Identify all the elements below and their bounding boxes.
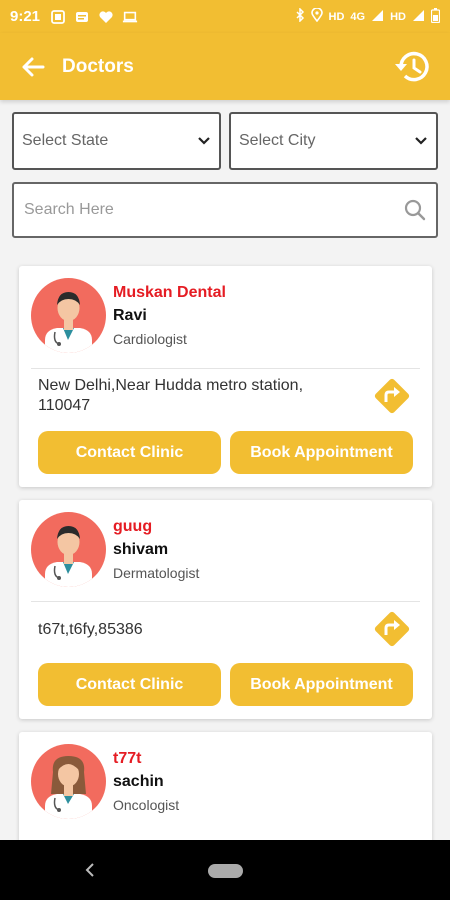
clinic-name: Muskan Dental (113, 284, 226, 301)
location-icon (310, 7, 323, 25)
signal-icon (371, 9, 384, 25)
filter-row: Select State Select City (12, 112, 438, 170)
male-doctor-icon (45, 292, 92, 353)
status-time: 9:21 (10, 8, 41, 25)
status-right: HD 4G HD (295, 7, 441, 26)
doctor-specialty: Cardiologist (113, 331, 187, 347)
page-title: Doctors (62, 55, 134, 77)
nav-back-icon (85, 863, 94, 877)
book-appointment-button[interactable]: Book Appointment (230, 663, 413, 706)
directions-button[interactable] (371, 375, 413, 417)
search-box (12, 182, 438, 238)
arrow-back-icon (22, 57, 45, 76)
doctor-name: shivam (113, 541, 169, 558)
female-doctor-icon (45, 756, 92, 819)
nav-home-button[interactable] (208, 864, 243, 878)
signal-icon-2 (412, 9, 425, 25)
nav-back-button[interactable] (80, 860, 100, 880)
search-icon[interactable] (404, 199, 426, 221)
state-select-label: Select State (22, 132, 109, 149)
doctor-avatar (31, 512, 106, 587)
system-nav-bar (0, 840, 450, 900)
divider (31, 601, 420, 602)
city-select[interactable]: Select City (229, 112, 438, 170)
gallery-icon (50, 9, 66, 24)
contact-clinic-button[interactable]: Contact Clinic (38, 431, 221, 474)
clinic-address: New Delhi,Near Hudda metro station, 1100… (38, 377, 304, 414)
heart-icon (98, 10, 114, 24)
laptop-icon (122, 10, 138, 24)
clinic-name: t77t (113, 750, 142, 767)
chevron-down-icon (415, 137, 427, 145)
directions-button[interactable] (371, 608, 413, 650)
doctor-avatar (31, 278, 106, 353)
history-icon (395, 51, 429, 81)
doctor-specialty: Dermatologist (113, 565, 200, 581)
clinic-name: guug (113, 518, 153, 535)
doctor-name: sachin (113, 773, 164, 790)
directions-icon (374, 378, 410, 414)
clinic-address: t67t,t6fy,85386 (38, 621, 143, 638)
male-doctor-icon (45, 526, 92, 587)
doctor-card: Muskan Dental Ravi Cardiologist New Delh… (19, 266, 432, 487)
doctor-avatar (31, 744, 106, 819)
app-bar: Doctors (0, 33, 450, 100)
doctor-specialty: Oncologist (113, 797, 180, 813)
battery-icon (430, 7, 441, 26)
directions-icon (374, 611, 410, 647)
network-hd-label: HD (328, 10, 345, 23)
chevron-down-icon (198, 137, 210, 145)
city-select-label: Select City (239, 132, 316, 149)
message-icon (74, 10, 90, 24)
contact-clinic-button[interactable]: Contact Clinic (38, 663, 221, 706)
history-button[interactable] (392, 47, 432, 87)
divider (31, 368, 420, 369)
network-4g-label: 4G (350, 10, 366, 23)
state-select[interactable]: Select State (12, 112, 221, 170)
doctor-card: guug shivam Dermatologist t67t,t6fy,8538… (19, 500, 432, 719)
back-button[interactable] (18, 52, 48, 82)
network-hd2-label: HD (390, 10, 406, 23)
book-appointment-button[interactable]: Book Appointment (230, 431, 413, 474)
status-bar: 9:21 HD 4G HD (0, 0, 450, 33)
search-input[interactable] (24, 201, 404, 219)
doctor-name: Ravi (113, 307, 147, 324)
bluetooth-icon (295, 7, 305, 25)
